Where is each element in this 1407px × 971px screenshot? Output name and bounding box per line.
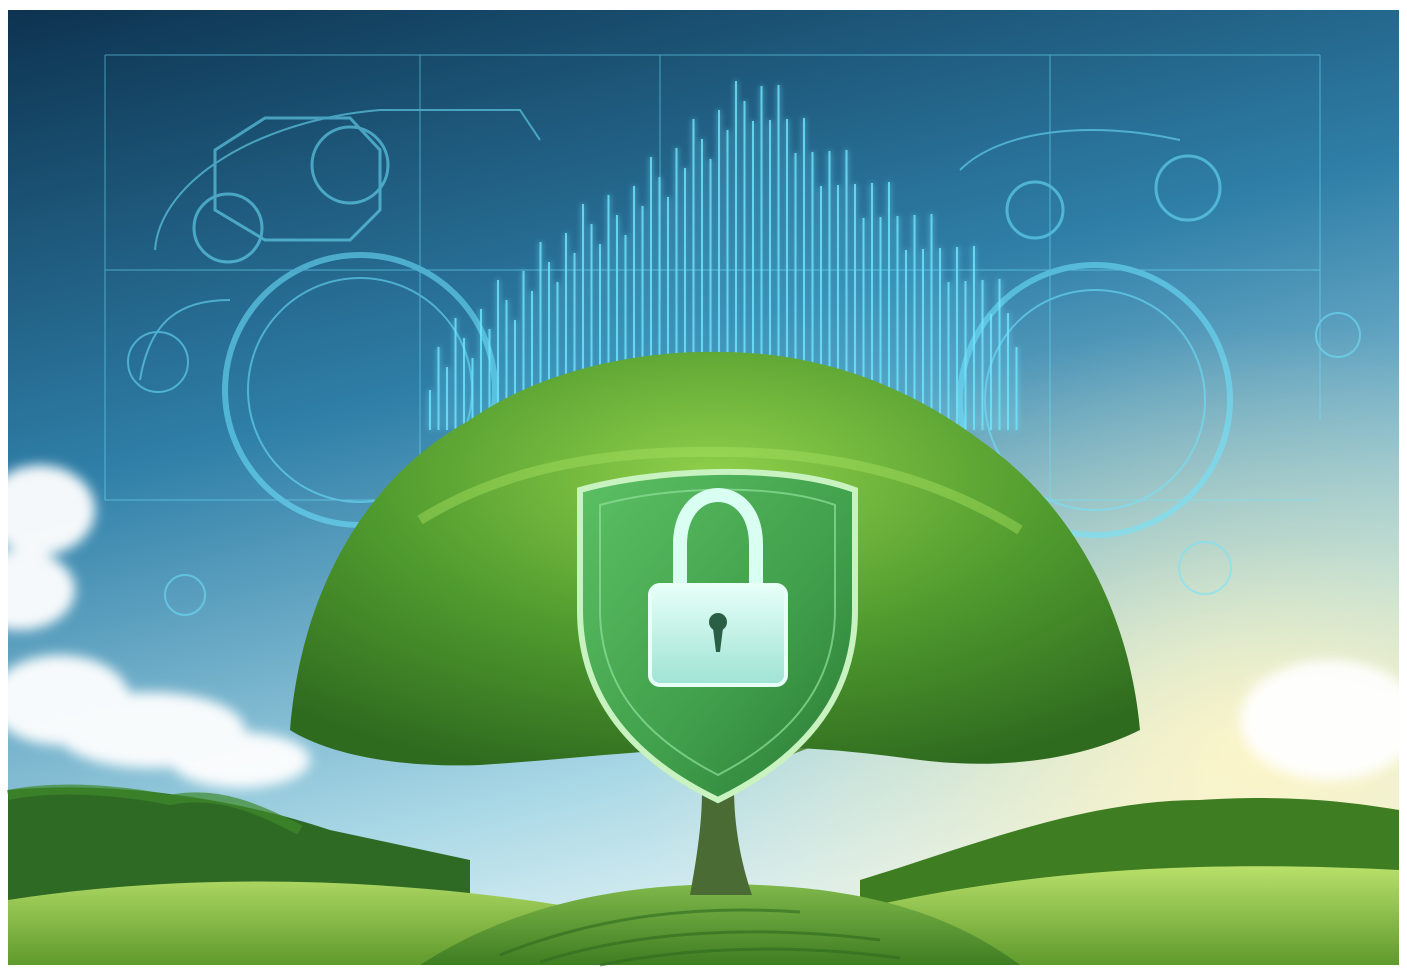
scene-svg bbox=[0, 0, 1407, 971]
scene-image bbox=[0, 0, 1407, 971]
